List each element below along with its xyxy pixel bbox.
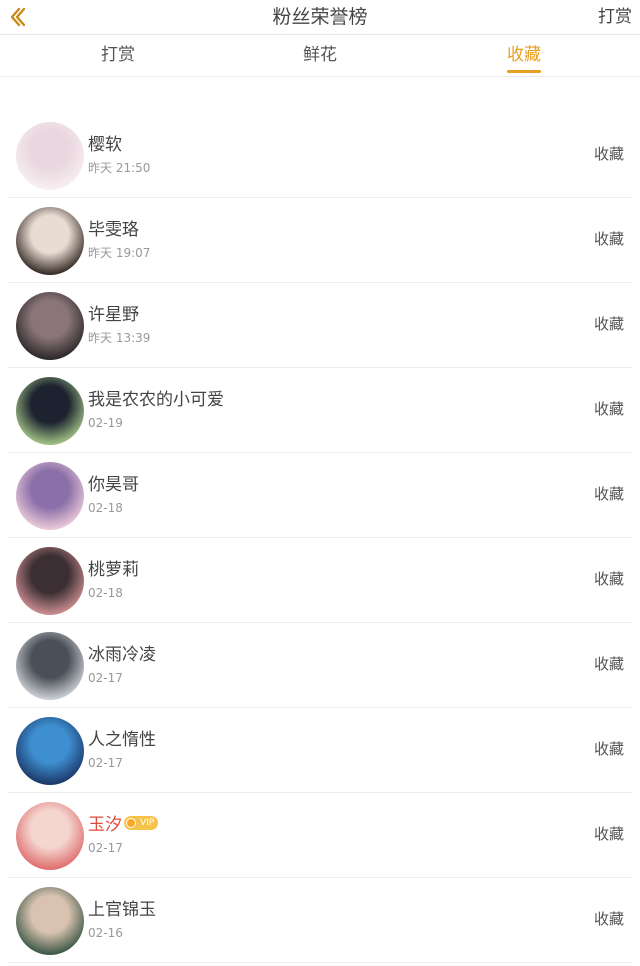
avatar[interactable] bbox=[16, 207, 84, 275]
list-item[interactable]: 许星野昨天 13:39 收藏 bbox=[0, 283, 640, 368]
timestamp: 02-17 bbox=[88, 841, 123, 855]
favorite-label: 收藏 bbox=[593, 655, 624, 673]
user-name-text: 你昊哥 bbox=[88, 475, 139, 495]
user-name: 樱软 bbox=[88, 133, 122, 157]
user-name: 许星野 bbox=[88, 303, 139, 327]
fan-list: 樱软 昨天 21:50 收藏 毕雯珞 昨天 19:07 收藏 许星野 昨天 13:39 收藏 我是… bbox=[0, 113, 640, 963]
tab-favorites[interactable]: 收藏 bbox=[484, 43, 564, 67]
user-name: 你昊哥 bbox=[88, 473, 139, 497]
user-name-text: 人之惰性 bbox=[88, 730, 156, 750]
list-item[interactable]: 毕雯珞昨天 19:07 收藏 bbox=[0, 198, 640, 283]
user-name-text: 樱软 bbox=[88, 135, 122, 155]
user-name-text: 桃萝莉 bbox=[88, 560, 139, 580]
timestamp: 02-19 bbox=[88, 416, 123, 430]
user-name-text: 我是农农的小可爱 bbox=[88, 390, 224, 410]
user-name-text: 毕雯珞 bbox=[88, 220, 139, 240]
avatar[interactable] bbox=[16, 377, 84, 445]
favorite-label: 收藏 bbox=[593, 315, 624, 333]
list-item[interactable]: 你昊哥 02-18 收藏 bbox=[0, 453, 640, 538]
user-name-text: 冰雨冷凌 bbox=[88, 645, 156, 665]
avatar[interactable] bbox=[16, 292, 84, 360]
user-name-text: 玉汐 bbox=[88, 815, 122, 835]
user-name-text: 许星野 bbox=[88, 305, 139, 325]
crown-icon bbox=[126, 818, 136, 828]
list-item[interactable]: 我是农农的小可爱 02-19 收藏 bbox=[0, 368, 640, 453]
timestamp: 02-18 bbox=[88, 586, 123, 600]
active-tab-indicator bbox=[507, 70, 541, 73]
row-divider bbox=[8, 962, 632, 963]
avatar[interactable] bbox=[16, 717, 84, 785]
avatar[interactable] bbox=[16, 462, 84, 530]
tab-flowers[interactable]: 鲜花 bbox=[280, 43, 360, 67]
timestamp: 昨天 21:50 bbox=[88, 161, 151, 175]
favorite-label: 收藏 bbox=[593, 485, 624, 503]
timestamp: 02-17 bbox=[88, 671, 123, 685]
avatar[interactable] bbox=[16, 632, 84, 700]
avatar[interactable] bbox=[16, 802, 84, 870]
favorite-label: 收藏 bbox=[593, 910, 624, 928]
page-title: 粉丝荣誉榜 bbox=[272, 6, 368, 28]
timestamp: 昨天 19:07 bbox=[88, 246, 151, 260]
user-name: 玉汐 VIP bbox=[88, 813, 159, 837]
timestamp: 02-17 bbox=[88, 756, 123, 770]
timestamp: 02-18 bbox=[88, 501, 123, 515]
user-name: 上官锦玉 bbox=[88, 898, 156, 922]
avatar[interactable] bbox=[16, 547, 84, 615]
list-item[interactable]: 人之惰性 02-17 收藏 bbox=[0, 708, 640, 793]
favorite-label: 收藏 bbox=[593, 230, 624, 248]
reward-button[interactable]: 打赏 bbox=[598, 4, 632, 30]
tab-reward[interactable]: 打赏 bbox=[78, 43, 158, 67]
user-name: 毕雯珞 bbox=[88, 218, 139, 242]
avatar[interactable] bbox=[16, 122, 84, 190]
user-name: 冰雨冷凌 bbox=[88, 643, 156, 667]
list-item[interactable]: 桃萝莉 02-18 收藏 bbox=[0, 538, 640, 623]
user-name: 我是农农的小可爱 bbox=[88, 388, 224, 412]
favorite-label: 收藏 bbox=[593, 570, 624, 588]
top-bar: 粉丝荣誉榜 打赏 bbox=[0, 0, 640, 34]
list-item[interactable]: 玉汐 VIP 02-17 收藏 bbox=[0, 793, 640, 878]
list-item[interactable]: 樱软昨天 21:50 收藏 bbox=[0, 113, 640, 198]
user-name: 桃萝莉 bbox=[88, 558, 139, 582]
favorite-label: 收藏 bbox=[593, 825, 624, 843]
favorite-label: 收藏 bbox=[593, 400, 624, 418]
favorite-label: 收藏 bbox=[593, 145, 624, 163]
favorite-label: 收藏 bbox=[593, 740, 624, 758]
timestamp: 昨天 13:39 bbox=[88, 331, 151, 345]
avatar[interactable] bbox=[16, 887, 84, 955]
timestamp: 02-16 bbox=[88, 926, 123, 940]
vip-label: VIP bbox=[140, 818, 155, 828]
tabs-divider bbox=[0, 76, 640, 77]
list-item[interactable]: 冰雨冷凌 02-17 收藏 bbox=[0, 623, 640, 708]
tab-bar: 打赏 鲜花 收藏 bbox=[0, 35, 640, 76]
list-item[interactable]: 上官锦玉 02-16 收藏 bbox=[0, 878, 640, 963]
vip-badge: VIP bbox=[124, 816, 159, 830]
user-name-text: 上官锦玉 bbox=[88, 900, 156, 920]
user-name: 人之惰性 bbox=[88, 728, 156, 752]
